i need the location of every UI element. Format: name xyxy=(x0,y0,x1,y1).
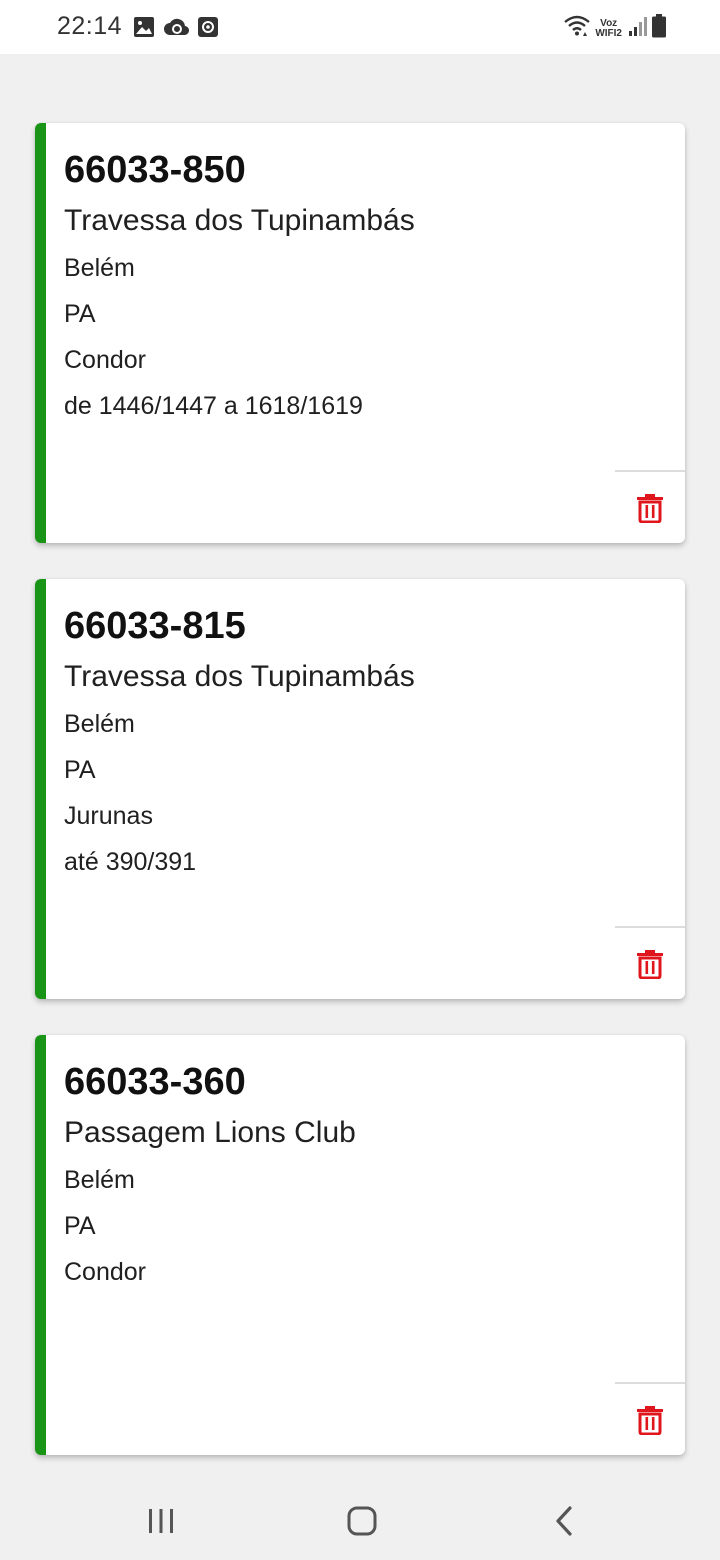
cep-number: 66033-815 xyxy=(64,605,246,647)
neighborhood: Condor xyxy=(64,346,146,374)
card-divider xyxy=(615,1382,685,1384)
address-card[interactable]: 66033-815 Travessa dos Tupinambás Belém … xyxy=(35,579,685,999)
city: Belém xyxy=(64,254,135,282)
card-divider xyxy=(615,926,685,928)
street-name: Travessa dos Tupinambás xyxy=(64,204,415,237)
cloud-sync-icon xyxy=(163,16,190,43)
status-bar: 22:14 Voz WIFI2 xyxy=(0,0,720,54)
status-time: 22:14 xyxy=(57,12,123,40)
back-button[interactable] xyxy=(542,1502,586,1542)
trash-icon xyxy=(637,494,663,524)
cep-number: 66033-850 xyxy=(64,149,246,191)
delete-button[interactable] xyxy=(635,947,665,980)
complement xyxy=(64,1295,665,1341)
state: PA xyxy=(64,300,96,328)
street-name: Passagem Lions Club xyxy=(64,1116,356,1149)
system-icons: Voz WIFI2 xyxy=(563,14,666,43)
home-icon xyxy=(347,1506,377,1536)
recent-apps-button[interactable] xyxy=(139,1502,183,1542)
wifi2-label: WIFI2 xyxy=(595,27,622,39)
complement: até 390/391 xyxy=(64,848,197,876)
wifi-icon xyxy=(563,14,591,43)
trash-icon xyxy=(637,1406,663,1436)
delete-button[interactable] xyxy=(635,1403,665,1436)
back-icon xyxy=(556,1506,572,1536)
card-divider xyxy=(615,470,685,472)
neighborhood: Jurunas xyxy=(64,802,153,830)
city: Belém xyxy=(64,1166,135,1194)
recent-apps-icon xyxy=(149,1509,173,1533)
card-content: 66033-850 Travessa dos Tupinambás Belém … xyxy=(64,147,665,429)
home-button[interactable] xyxy=(340,1502,384,1542)
delete-button[interactable] xyxy=(635,491,665,524)
state: PA xyxy=(64,756,96,784)
notification-icons xyxy=(133,16,219,43)
state: PA xyxy=(64,1212,96,1240)
address-card[interactable]: 66033-360 Passagem Lions Club Belém PA C… xyxy=(35,1035,685,1455)
complement: de 1446/1447 a 1618/1619 xyxy=(64,392,363,420)
street-name: Travessa dos Tupinambás xyxy=(64,660,415,693)
signal-icon xyxy=(628,15,648,42)
neighborhood: Condor xyxy=(64,1258,146,1286)
trash-icon xyxy=(637,950,663,980)
card-content: 66033-360 Passagem Lions Club Belém PA C… xyxy=(64,1059,665,1341)
card-content: 66033-815 Travessa dos Tupinambás Belém … xyxy=(64,603,665,885)
address-card[interactable]: 66033-850 Travessa dos Tupinambás Belém … xyxy=(35,123,685,543)
image-icon xyxy=(133,16,155,43)
cep-list: 66033-850 Travessa dos Tupinambás Belém … xyxy=(35,123,685,1491)
screen-record-icon xyxy=(197,16,219,43)
cep-number: 66033-360 xyxy=(64,1061,246,1103)
battery-icon xyxy=(652,14,666,43)
navigation-bar xyxy=(0,1480,720,1560)
voz-label: Voz xyxy=(600,17,618,29)
voz-wifi-icon: Voz WIFI2 xyxy=(595,17,622,39)
city: Belém xyxy=(64,710,135,738)
